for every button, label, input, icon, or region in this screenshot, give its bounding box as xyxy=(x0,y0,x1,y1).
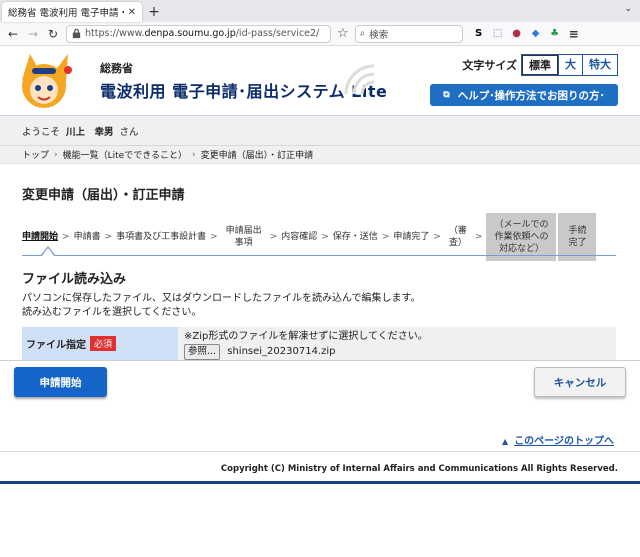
file-input-cell: ※Zip形式のファイルを解凍せずに選択してください。 参照... shinsei… xyxy=(178,327,616,360)
breadcrumb-item-current: 変更申請（届出）・訂正申請 xyxy=(200,151,314,161)
font-size-label: 文字サイズ xyxy=(462,59,517,72)
reload-icon[interactable]: ↻ xyxy=(44,25,62,43)
radio-wave-icon xyxy=(344,64,375,95)
description-line-2: 読み込むファイルを選択してください。 xyxy=(22,307,202,318)
back-to-top-link[interactable]: ▲ このページのトップへ xyxy=(502,432,614,447)
section-description: パソコンに保存したファイル、又はダウンロードしたファイルを読み込んで編集します。… xyxy=(22,292,421,320)
step-send: 保存・送信 xyxy=(332,232,378,242)
back-icon[interactable]: ← xyxy=(4,25,22,43)
extension-scroll-icon[interactable]: ⬚ xyxy=(490,26,506,42)
step-design: 事項書及び工事設計書 xyxy=(116,232,207,242)
file-label-text: ファイル指定 xyxy=(26,340,86,351)
step-arrow-icon: > xyxy=(474,232,483,242)
welcome-bar: ようこそ 川上 幸男 さん xyxy=(0,116,640,146)
browse-button[interactable]: 参照... xyxy=(184,344,221,360)
welcome-suffix: さん xyxy=(119,126,139,138)
section-title: ファイル読み込み xyxy=(22,272,127,287)
step-arrow-icon: > xyxy=(210,232,218,242)
step-arrow-icon: > xyxy=(62,232,70,242)
url-path: /id-pass/service2/ xyxy=(235,28,320,39)
extension-s-icon[interactable]: S xyxy=(471,26,487,42)
help-label: ヘルプ･操作方法でお困りの方･ xyxy=(457,89,605,102)
ministry-name: 総務省 xyxy=(100,62,133,75)
browser-tabbar: 総務省 電波利用 電子申請・届 ✕ + ⌄ xyxy=(0,0,640,22)
url-domain: denpa.soumu.go.jp xyxy=(144,28,236,39)
new-tab-icon[interactable]: + xyxy=(144,2,164,22)
url-prefix: https://www. xyxy=(85,28,145,39)
bookmark-star-icon[interactable]: ☆ xyxy=(337,26,349,41)
url-bar[interactable]: https://www. denpa.soumu.go.jp/id-pass/se… xyxy=(66,24,331,43)
start-application-button[interactable]: 申請開始 xyxy=(14,367,107,397)
back-to-top-label: このページのトップへ xyxy=(514,436,614,447)
step-arrow-icon: > xyxy=(321,232,329,242)
font-size-group: 標準 大 特大 xyxy=(521,54,618,76)
current-step-indicator xyxy=(22,246,616,267)
help-button[interactable]: ⧉ ヘルプ･操作方法でお困りの方･ xyxy=(430,84,618,106)
external-window-icon: ⧉ xyxy=(443,90,450,100)
step-review: （審査） xyxy=(448,226,467,248)
footer-bar xyxy=(0,481,640,484)
user-name: 川上 幸男 xyxy=(66,126,114,138)
search-bar[interactable]: ⌕ 検索 xyxy=(354,24,463,43)
extension-puzzle-icon[interactable]: ◆ xyxy=(528,26,544,42)
breadcrumb: トップ › 機能一覧（Liteでできること） › 変更申請（届出）・訂正申請 xyxy=(0,146,640,164)
file-input-row: ファイル指定 必須 ※Zip形式のファイルを解凍せずに選択してください。 参照.… xyxy=(22,327,616,360)
breadcrumb-item-functions[interactable]: 機能一覧（Liteでできること） xyxy=(63,148,187,161)
page-title: 変更申請（届出）・訂正申請 xyxy=(22,188,185,203)
menu-icon[interactable]: ≡ xyxy=(566,26,582,42)
step-application: 申請書 xyxy=(73,232,101,242)
triangle-up-icon: ▲ xyxy=(502,437,509,446)
breadcrumb-item-top[interactable]: トップ xyxy=(22,148,49,161)
chevron-down-icon[interactable]: ⌄ xyxy=(624,4,632,14)
font-size-large-button[interactable]: 大 xyxy=(558,55,582,75)
chevron-right-icon: › xyxy=(192,149,196,160)
site-header: 総務省 電波利用 電子申請･届出システム Lite 文字サイズ 標準 大 特大 … xyxy=(0,46,640,116)
step-mail-response: （メールでの作業依頼への対応など） xyxy=(486,213,557,261)
search-icon: ⌕ xyxy=(359,28,366,39)
step-arrow-icon: > xyxy=(381,232,390,242)
welcome-prefix: ようこそ xyxy=(22,126,61,138)
mascot-logo-icon xyxy=(22,54,72,108)
required-badge: 必須 xyxy=(90,336,117,351)
step-start: 申請開始 xyxy=(22,232,59,242)
description-line-1: パソコンに保存したファイル、又はダウンロードしたファイルを読み込んで編集します。 xyxy=(22,293,421,304)
step-finished: 手続完了 xyxy=(558,213,597,261)
progress-steps: 申請開始 > 申請書 > 事項書及び工事設計書 > 申請届出事項 > 内容確認 … xyxy=(22,213,640,261)
step-arrow-icon: > xyxy=(433,232,441,242)
forward-icon[interactable]: → xyxy=(24,25,42,43)
file-field-label: ファイル指定 必須 xyxy=(22,327,178,360)
font-size-xlarge-button[interactable]: 特大 xyxy=(582,55,617,75)
step-confirm: 内容確認 xyxy=(281,232,318,242)
action-bar: 申請開始 キャンセル xyxy=(0,360,640,404)
selected-file-name: shinsei_20230714.zip xyxy=(227,346,336,357)
copyright: Copyright (C) Ministry of Internal Affai… xyxy=(220,464,618,474)
footer-divider xyxy=(0,451,640,452)
browser-tab[interactable]: 総務省 電波利用 電子申請・届 ✕ xyxy=(2,2,142,22)
font-size-standard-button[interactable]: 標準 xyxy=(522,55,558,75)
lock-icon xyxy=(72,28,81,39)
step-items: 申請届出事項 xyxy=(225,226,262,248)
close-icon[interactable]: ✕ xyxy=(128,7,136,18)
extension-color-icon[interactable]: ● xyxy=(509,26,525,42)
font-size-switcher: 文字サイズ 標準 大 特大 xyxy=(462,54,618,76)
step-complete: 申請完了 xyxy=(393,232,430,242)
chevron-right-icon: › xyxy=(54,149,58,160)
browser-navbar: ← → ↻ https://www. denpa.soumu.go.jp/id-p… xyxy=(0,22,640,46)
step-arrow-icon: > xyxy=(269,232,278,242)
cancel-button[interactable]: キャンセル xyxy=(534,367,626,397)
tab-title: 総務省 電波利用 電子申請・届 xyxy=(8,8,124,19)
search-placeholder: 検索 xyxy=(369,29,389,41)
extension-leaf-icon[interactable]: ♣ xyxy=(547,26,563,42)
file-note: ※Zip形式のファイルを解凍せずに選択してください。 xyxy=(184,331,428,342)
step-arrow-icon: > xyxy=(104,232,113,242)
